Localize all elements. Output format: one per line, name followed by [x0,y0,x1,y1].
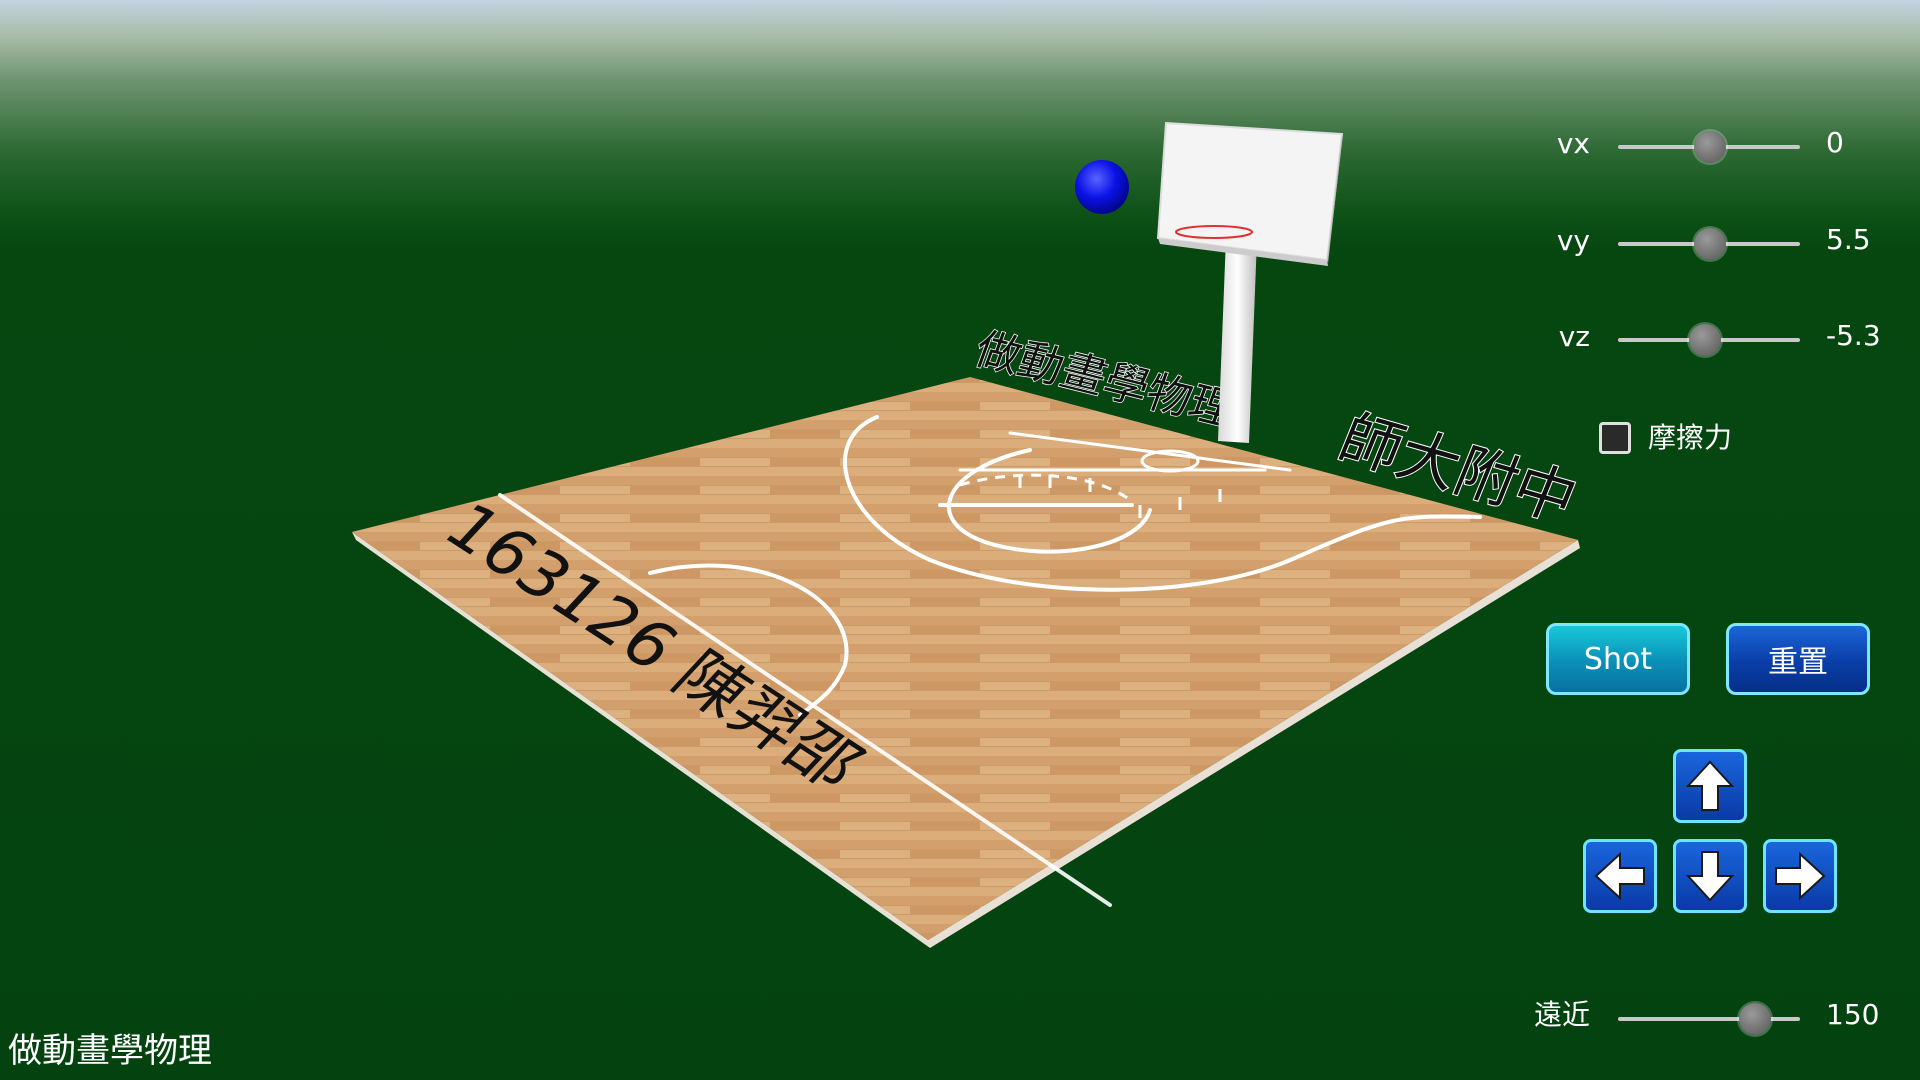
arrow-down-icon [1685,851,1735,902]
move-left-button[interactable] [1583,839,1657,913]
vx-label: vx [1556,127,1590,160]
vx-value: 0 [1826,126,1844,159]
arrow-right-icon [1775,851,1826,901]
friction-label: 摩擦力 [1648,421,1733,454]
distance-value: 150 [1826,998,1880,1031]
vz-label: vz [1558,320,1590,353]
reset-button[interactable]: 重置 [1726,623,1870,695]
distance-label: 遠近 [1533,998,1590,1031]
ball [1075,160,1129,214]
3d-scene[interactable]: 163126 陳羿邵 做動畫學物理 師大附中 [0,0,1920,1080]
move-right-button[interactable] [1763,839,1837,913]
vy-value: 5.5 [1826,223,1871,256]
vz-slider-thumb[interactable] [1689,324,1721,356]
shot-button[interactable]: Shot [1546,623,1690,695]
move-down-button[interactable] [1673,839,1747,913]
friction-checkbox[interactable] [1599,422,1631,454]
distance-slider-track[interactable] [1618,1017,1800,1021]
distance-slider-thumb[interactable] [1739,1003,1771,1035]
simulation-stage: 163126 陳羿邵 做動畫學物理 師大附中 vx 0 vy 5.5 vz -5… [0,0,1920,1080]
move-up-button[interactable] [1673,749,1747,823]
vy-label: vy [1556,224,1590,257]
footer-title: 做動畫學物理 [8,1031,212,1071]
arrow-left-icon [1594,851,1645,901]
vz-value: -5.3 [1826,319,1881,352]
vy-slider-thumb[interactable] [1694,228,1726,260]
arrow-up-icon [1685,760,1735,811]
vx-slider-thumb[interactable] [1694,131,1726,163]
